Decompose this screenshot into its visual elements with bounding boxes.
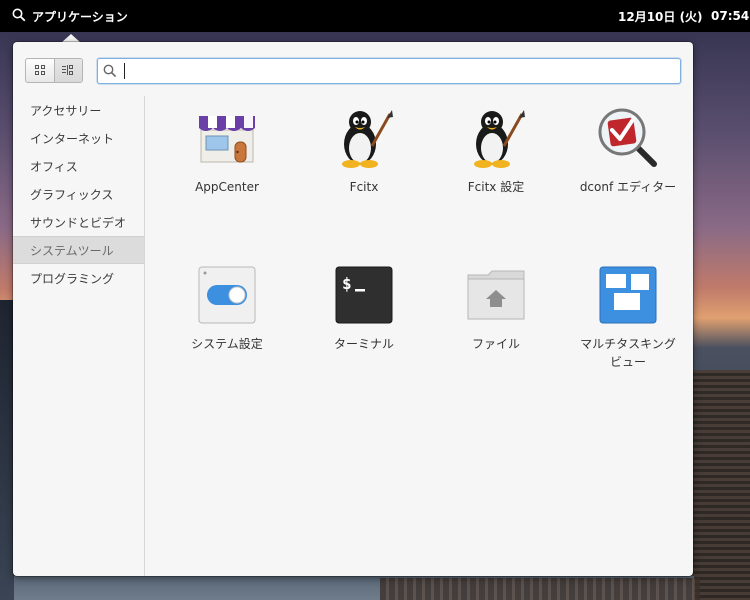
system-settings-icon [195, 263, 259, 327]
app-label: dconf エディター [579, 180, 677, 194]
panel-date[interactable]: 12月10日 (火) [618, 0, 703, 32]
app-fcitx[interactable]: Fcitx [294, 106, 434, 196]
app-multitasking-view[interactable]: マルチタスキング ビュー [558, 263, 698, 371]
app-grid: AppCenter Fcitx Fcitx 設定 dconf エディター システ… [157, 96, 687, 566]
category-graphics[interactable]: グラフィックス [13, 180, 144, 208]
svg-text:$: $ [342, 274, 352, 293]
wallpaper-shore [0, 300, 14, 600]
applications-popover: アクセサリー インターネット オフィス グラフィックス サウンドとビデオ システ… [13, 42, 693, 576]
files-icon [464, 263, 528, 327]
app-label: Fcitx 設定 [467, 180, 525, 194]
grid-view-button[interactable] [26, 59, 54, 82]
category-office[interactable]: オフィス [13, 152, 144, 180]
applications-label: アプリケーション [32, 9, 128, 24]
app-dconf-editor[interactable]: dconf エディター [558, 106, 698, 196]
app-label-line1: マルチタスキング [580, 337, 676, 351]
category-programming[interactable]: プログラミング [13, 264, 144, 292]
search-icon [98, 59, 122, 83]
search-icon [12, 8, 26, 25]
panel-time[interactable]: 07:54 [711, 0, 749, 32]
category-view-icon [61, 61, 75, 80]
app-label: AppCenter [195, 180, 259, 194]
multitasking-view-icon [596, 263, 660, 327]
app-appcenter[interactable]: AppCenter [157, 106, 297, 196]
app-system-settings[interactable]: システム設定 [157, 263, 297, 353]
app-terminal[interactable]: $ ターミナル [294, 263, 434, 353]
fcitx-settings-penguin-icon [464, 106, 528, 170]
terminal-icon: $ [332, 263, 396, 327]
search-input[interactable] [125, 60, 680, 82]
category-view-button[interactable] [53, 59, 82, 82]
category-accessories[interactable]: アクセサリー [13, 96, 144, 124]
app-label: ターミナル [333, 337, 394, 351]
app-label: Fcitx [349, 180, 379, 194]
app-label: ファイル [471, 337, 520, 351]
top-panel: アプリケーション 12月10日 (火) 07:54 [0, 0, 750, 32]
category-system-tools[interactable]: システムツール [13, 236, 144, 264]
grid-view-icon [34, 61, 46, 80]
applications-menu-button[interactable]: アプリケーション [12, 0, 128, 32]
fcitx-penguin-icon [332, 106, 396, 170]
category-sidebar: アクセサリー インターネット オフィス グラフィックス サウンドとビデオ システ… [13, 96, 145, 576]
category-internet[interactable]: インターネット [13, 124, 144, 152]
view-toggle [25, 58, 83, 83]
wallpaper-dock-planks [380, 578, 700, 600]
search-field[interactable] [97, 58, 681, 84]
app-label: システム設定 [191, 337, 263, 351]
app-files[interactable]: ファイル [426, 263, 566, 353]
appcenter-icon [195, 106, 259, 170]
app-fcitx-settings[interactable]: Fcitx 設定 [426, 106, 566, 196]
category-sound-video[interactable]: サウンドとビデオ [13, 208, 144, 236]
dconf-editor-icon [596, 106, 660, 170]
app-label-line2: ビュー [609, 355, 646, 369]
